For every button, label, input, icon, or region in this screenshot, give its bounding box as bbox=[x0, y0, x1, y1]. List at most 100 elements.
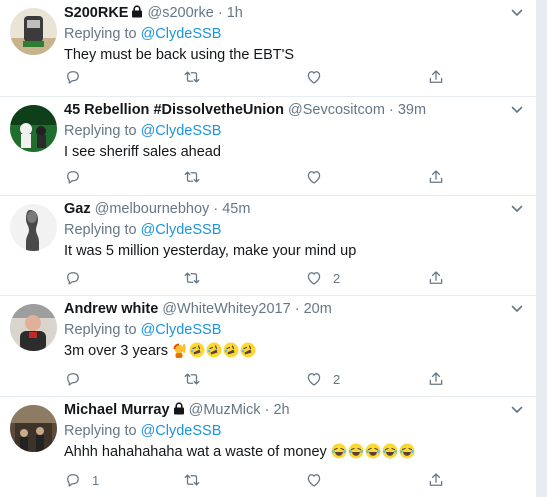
chevron-down-icon[interactable] bbox=[510, 6, 524, 20]
avatar[interactable] bbox=[10, 8, 57, 55]
tweet[interactable]: Andrew white @WhiteWhitey2017 · 20m Repl… bbox=[0, 296, 536, 397]
timestamp[interactable]: 2h bbox=[273, 402, 289, 418]
tweet[interactable]: Michael Murray @MuzMick · 2h Replying to… bbox=[0, 397, 536, 497]
tweet[interactable]: 45 Rebellion #DissolvetheUnion @Sevcosit… bbox=[0, 97, 536, 196]
user-handle[interactable]: @s200rke bbox=[148, 5, 214, 21]
tweet-text: 3m over 3 years bbox=[64, 341, 526, 361]
reply-icon bbox=[67, 474, 79, 487]
replying-to-label: Replying to bbox=[64, 322, 141, 338]
like-button[interactable]: 2 bbox=[305, 268, 340, 288]
avatar[interactable] bbox=[10, 405, 57, 452]
chevron-down-icon[interactable] bbox=[510, 302, 524, 316]
replying-to: Replying to @ClydeSSB bbox=[64, 220, 526, 240]
face-with-tears-of-joy-emoji bbox=[399, 443, 415, 459]
tweet[interactable]: S200RKE @s200rke · 1h Replying to @Clyde… bbox=[0, 0, 536, 97]
reply-icon bbox=[67, 373, 79, 386]
tweet-text-body: They must be back using the EBT'S bbox=[64, 47, 295, 63]
reply-icon bbox=[67, 272, 79, 285]
tweet-header: Gaz @melbournebhoy · 45m bbox=[64, 200, 526, 219]
share-icon bbox=[429, 473, 443, 486]
separator-dot: · bbox=[388, 102, 394, 118]
tweet-actions bbox=[64, 67, 524, 87]
like-count: 2 bbox=[333, 270, 341, 286]
reply-button[interactable] bbox=[64, 67, 92, 87]
retweet-button[interactable] bbox=[183, 369, 211, 389]
share-icon bbox=[429, 372, 443, 385]
lock-icon bbox=[173, 402, 184, 415]
display-name[interactable]: Gaz bbox=[64, 201, 91, 217]
tweet-content: 45 Rebellion #DissolvetheUnion @Sevcosit… bbox=[64, 101, 526, 162]
replying-to-link[interactable]: @ClydeSSB bbox=[141, 26, 222, 42]
timestamp[interactable]: 20m bbox=[304, 301, 332, 317]
face-with-tears-of-joy-emoji bbox=[365, 443, 381, 459]
reply-button[interactable] bbox=[64, 369, 92, 389]
user-handle[interactable]: @WhiteWhitey2017 bbox=[162, 301, 290, 317]
retweet-button[interactable] bbox=[183, 67, 211, 87]
like-button[interactable]: 2 bbox=[305, 369, 340, 389]
retweet-button[interactable] bbox=[183, 470, 211, 490]
separator-dot: · bbox=[213, 201, 219, 217]
rolling-on-floor-laughing-emoji bbox=[240, 342, 256, 358]
replying-to: Replying to @ClydeSSB bbox=[64, 421, 526, 441]
retweet-button[interactable] bbox=[183, 268, 211, 288]
like-button[interactable] bbox=[305, 67, 333, 87]
display-name[interactable]: Michael Murray bbox=[64, 402, 170, 418]
avatar[interactable] bbox=[10, 204, 57, 251]
replying-to-link[interactable]: @ClydeSSB bbox=[141, 423, 222, 439]
replying-to-link[interactable]: @ClydeSSB bbox=[141, 222, 222, 238]
person-raising-hand-emoji bbox=[173, 343, 186, 358]
tweet[interactable]: Gaz @melbournebhoy · 45m Replying to @Cl… bbox=[0, 196, 536, 296]
reply-icon bbox=[67, 171, 79, 184]
chevron-down-icon[interactable] bbox=[510, 202, 524, 216]
like-button[interactable] bbox=[305, 470, 333, 490]
tweet-content: Andrew white @WhiteWhitey2017 · 20m Repl… bbox=[64, 300, 526, 361]
share-icon bbox=[429, 170, 443, 183]
tweet-content: Michael Murray @MuzMick · 2h Replying to… bbox=[64, 401, 526, 462]
replying-to: Replying to @ClydeSSB bbox=[64, 24, 526, 44]
tweet-content: S200RKE @s200rke · 1h Replying to @Clyde… bbox=[64, 4, 526, 65]
display-name[interactable]: S200RKE bbox=[64, 5, 128, 21]
share-button[interactable] bbox=[427, 369, 445, 389]
tweet-text-body: I see sheriff sales ahead bbox=[64, 144, 221, 160]
chevron-down-icon[interactable] bbox=[510, 403, 524, 417]
reply-button[interactable] bbox=[64, 268, 92, 288]
display-name[interactable]: 45 Rebellion #DissolvetheUnion bbox=[64, 102, 284, 118]
avatar[interactable] bbox=[10, 105, 57, 152]
reply-button[interactable]: 1 bbox=[64, 470, 99, 490]
timestamp[interactable]: 1h bbox=[227, 5, 243, 21]
share-button[interactable] bbox=[427, 470, 445, 490]
heart-icon bbox=[307, 474, 321, 487]
face-with-tears-of-joy-emoji bbox=[382, 443, 398, 459]
timestamp[interactable]: 39m bbox=[398, 102, 426, 118]
retweet-icon bbox=[184, 272, 200, 284]
rolling-on-floor-laughing-emoji bbox=[189, 342, 205, 358]
chevron-down-icon[interactable] bbox=[510, 103, 524, 117]
retweet-icon bbox=[184, 171, 200, 183]
tweet-actions bbox=[64, 167, 524, 187]
tweet-actions: 2 bbox=[64, 268, 524, 288]
timestamp[interactable]: 45m bbox=[222, 201, 250, 217]
tweet-text: It was 5 million yesterday, make your mi… bbox=[64, 241, 526, 261]
user-handle[interactable]: @melbournebhoy bbox=[95, 201, 210, 217]
replying-to-label: Replying to bbox=[64, 222, 141, 238]
replying-to-link[interactable]: @ClydeSSB bbox=[141, 322, 222, 338]
retweet-button[interactable] bbox=[183, 167, 211, 187]
user-handle[interactable]: @MuzMick bbox=[189, 402, 261, 418]
share-button[interactable] bbox=[427, 167, 445, 187]
user-handle[interactable]: @Sevcositcom bbox=[288, 102, 385, 118]
tweet-header: Andrew white @WhiteWhitey2017 · 20m bbox=[64, 300, 526, 319]
tweet-header: Michael Murray @MuzMick · 2h bbox=[64, 401, 526, 420]
rolling-on-floor-laughing-emoji bbox=[206, 342, 222, 358]
display-name[interactable]: Andrew white bbox=[64, 301, 158, 317]
face-with-tears-of-joy-emoji bbox=[331, 443, 347, 459]
avatar[interactable] bbox=[10, 304, 57, 351]
retweet-icon bbox=[184, 474, 200, 486]
tweet-text: They must be back using the EBT'S bbox=[64, 45, 526, 65]
replying-to-link[interactable]: @ClydeSSB bbox=[141, 123, 222, 139]
tweet-actions: 2 bbox=[64, 369, 524, 389]
share-button[interactable] bbox=[427, 67, 445, 87]
share-button[interactable] bbox=[427, 268, 445, 288]
like-button[interactable] bbox=[305, 167, 333, 187]
lock-icon bbox=[132, 5, 143, 18]
reply-button[interactable] bbox=[64, 167, 92, 187]
